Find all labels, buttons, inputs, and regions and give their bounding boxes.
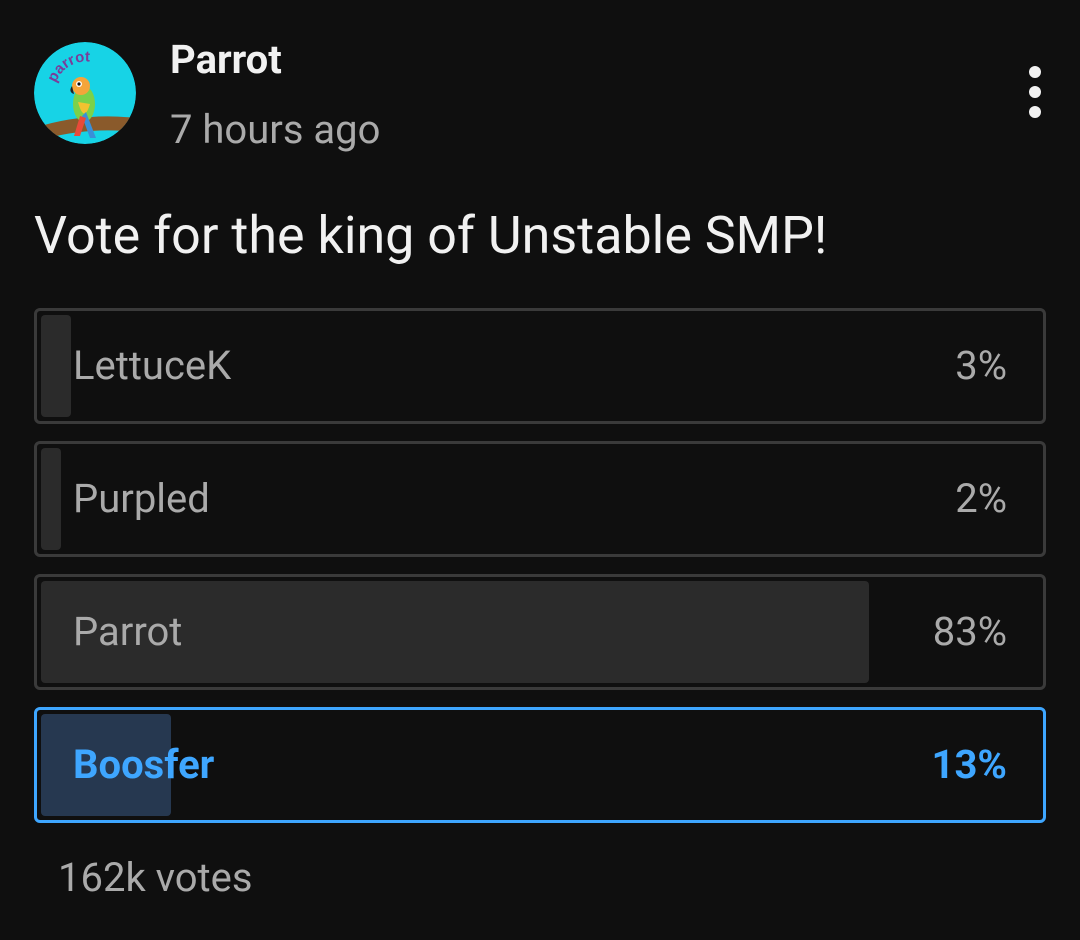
poll-option-percent: 13% <box>931 741 1007 788</box>
poll-option-label: Parrot <box>73 608 183 655</box>
poll-option-percent: 83% <box>932 608 1007 655</box>
menu-dot <box>1029 66 1041 78</box>
poll-option-lettucek[interactable]: LettuceK 3% <box>34 308 1046 424</box>
poll-option-parrot[interactable]: Parrot 83% <box>34 574 1046 690</box>
poll-option-label: LettuceK <box>73 342 232 389</box>
poll-option-label: Boosfer <box>73 741 215 788</box>
poll-question: Vote for the king of Unstable SMP! <box>34 205 828 266</box>
community-post: parrot Parrot 7 hours ago Vote for the k… <box>0 0 1080 940</box>
poll-option-fill <box>41 448 61 550</box>
parrot-avatar-image: parrot <box>34 42 136 144</box>
poll-option-fill <box>41 315 71 417</box>
author-name[interactable]: Parrot <box>170 36 282 84</box>
poll-option-boosfer[interactable]: Boosfer 13% <box>34 707 1046 823</box>
poll-option-percent: 3% <box>955 342 1007 389</box>
poll-option-purpled[interactable]: Purpled 2% <box>34 441 1046 557</box>
poll-option-percent: 2% <box>955 475 1007 522</box>
total-votes: 162k votes <box>58 854 253 901</box>
menu-dot <box>1029 106 1041 118</box>
post-timestamp: 7 hours ago <box>170 106 381 153</box>
author-avatar[interactable]: parrot <box>34 42 136 144</box>
more-vertical-icon[interactable] <box>1016 66 1054 118</box>
menu-dot <box>1029 86 1041 98</box>
poll-option-label: Purpled <box>73 475 210 522</box>
